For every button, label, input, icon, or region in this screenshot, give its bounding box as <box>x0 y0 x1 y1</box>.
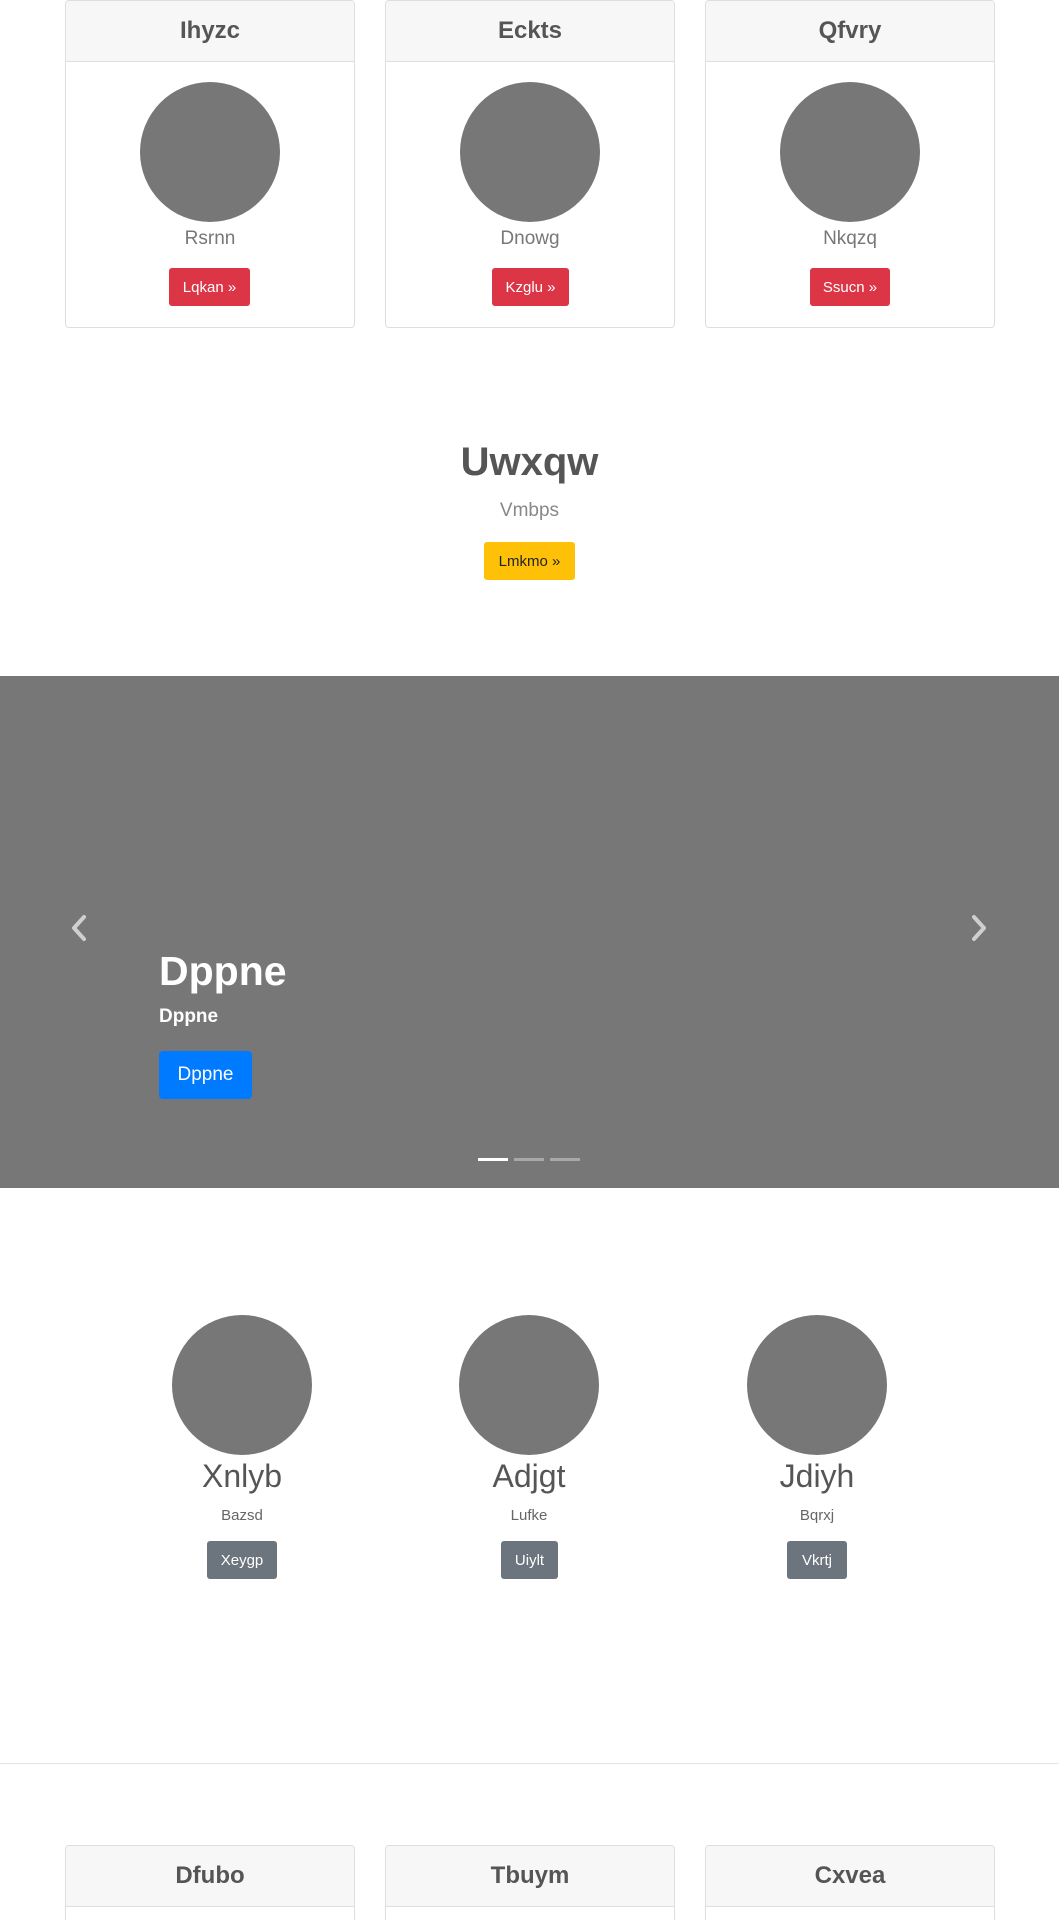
chevron-right-icon[interactable] <box>964 908 994 948</box>
team-member: Jdiyh Bqrxj Vkrtj <box>697 1315 937 1585</box>
card-title: Cxvea <box>706 1846 994 1907</box>
card-3: Dfubo <box>65 1845 355 1920</box>
card-button[interactable]: Ssucn » <box>810 268 890 306</box>
hero-title: Uwxqw <box>460 440 599 484</box>
placeholder-image <box>172 1315 312 1455</box>
carousel-indicator[interactable] <box>514 1158 544 1161</box>
placeholder-image <box>780 82 920 222</box>
placeholder-image <box>747 1315 887 1455</box>
carousel-button[interactable]: Dppne <box>159 1051 252 1099</box>
card-2: Qfvry Nkqzq Ssucn » <box>705 0 995 328</box>
team-member: Xnlyb Bazsd Xeygp <box>122 1315 362 1585</box>
card-body: Nkqzq Ssucn » <box>706 62 994 327</box>
card-1: Eckts Dnowg Kzglu » <box>385 0 675 328</box>
member-button[interactable]: Xeygp <box>207 1541 277 1579</box>
page: Ihyzc Rsrnn Lqkan » Eckts Dnowg Kzglu » … <box>0 0 1059 1920</box>
carousel-title: Dppne <box>159 948 287 994</box>
member-name: Jdiyh <box>779 1458 855 1494</box>
card-5: Cxvea <box>705 1845 995 1920</box>
placeholder-image <box>459 1315 599 1455</box>
member-role: Bqrxj <box>799 1507 835 1524</box>
card-button[interactable]: Lqkan » <box>169 268 250 306</box>
card-title: Dfubo <box>66 1846 354 1907</box>
card-body: Rsrnn Lqkan » <box>66 62 354 327</box>
hero-button[interactable]: Lmkmo » <box>484 542 575 580</box>
section-divider <box>0 1763 1059 1764</box>
member-button[interactable]: Uiylt <box>501 1541 558 1579</box>
member-name: Xnlyb <box>201 1458 283 1494</box>
carousel-indicator[interactable] <box>550 1158 580 1161</box>
card-title: Tbuym <box>386 1846 674 1907</box>
carousel-indicators <box>478 1158 580 1161</box>
card-0: Ihyzc Rsrnn Lqkan » <box>65 0 355 328</box>
card-subtitle: Dnowg <box>500 228 560 249</box>
placeholder-image <box>140 82 280 222</box>
carousel-indicator[interactable] <box>478 1158 508 1161</box>
member-name: Adjgt <box>492 1458 566 1494</box>
placeholder-image <box>460 82 600 222</box>
card-subtitle: Nkqzq <box>823 228 877 249</box>
card-body: Dnowg Kzglu » <box>386 62 674 327</box>
card-title: Eckts <box>386 1 674 62</box>
card-title: Ihyzc <box>66 1 354 62</box>
card-4: Tbuym <box>385 1845 675 1920</box>
carousel: Dppne Dppne Dppne <box>0 676 1059 1188</box>
member-role: Lufke <box>510 1507 548 1524</box>
card-button[interactable]: Kzglu » <box>492 268 569 306</box>
hero-subtitle: Vmbps <box>499 500 560 521</box>
member-role: Bazsd <box>221 1507 263 1524</box>
team-member: Adjgt Lufke Uiylt <box>409 1315 649 1585</box>
card-subtitle: Rsrnn <box>184 228 236 249</box>
carousel-subtitle: Dppne <box>159 1006 219 1027</box>
member-button[interactable]: Vkrtj <box>787 1541 847 1579</box>
chevron-left-icon[interactable] <box>64 908 94 948</box>
card-title: Qfvry <box>706 1 994 62</box>
